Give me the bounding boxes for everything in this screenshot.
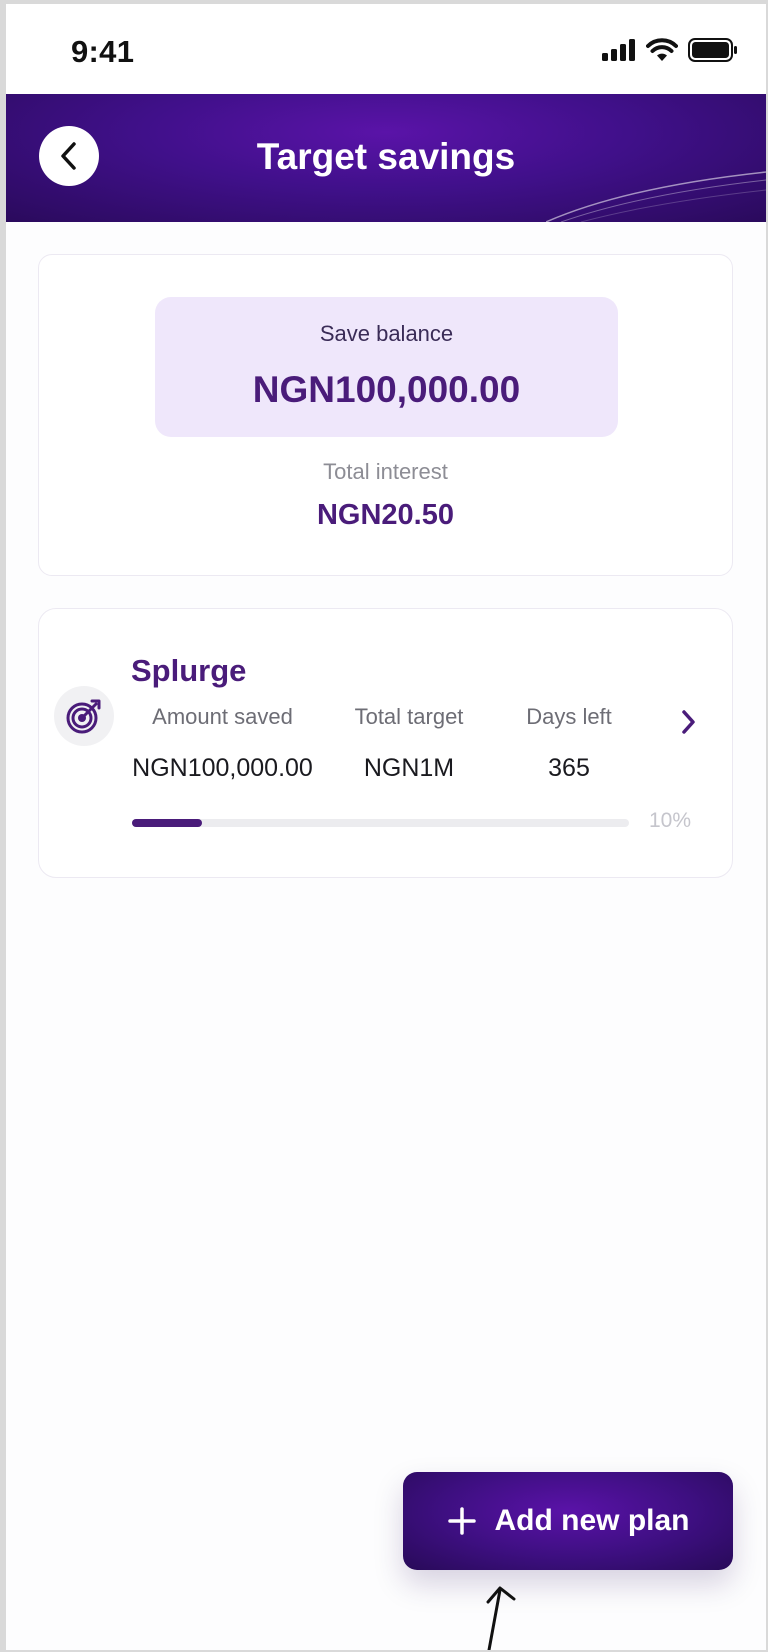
amount-saved-label: Amount saved bbox=[152, 704, 293, 729]
amount-saved-value: NGN100,000.00 bbox=[132, 754, 313, 782]
battery-icon bbox=[688, 38, 737, 62]
total-interest-label: Total interest bbox=[323, 459, 448, 484]
plan-card-splurge[interactable]: Splurge Amount saved Total target Days l… bbox=[38, 608, 733, 878]
pointer-arrow-icon bbox=[486, 1586, 516, 1650]
header-bar: Target savings bbox=[6, 94, 766, 222]
balance-card: Save balance NGN100,000.00 Total interes… bbox=[38, 254, 733, 576]
progress-percent: 10% bbox=[649, 809, 692, 832]
progress-track bbox=[132, 819, 629, 827]
add-new-plan-label: Add new plan bbox=[494, 1504, 690, 1537]
wifi-icon bbox=[646, 38, 678, 61]
total-target-value: NGN1M bbox=[363, 754, 455, 782]
progress-fill bbox=[132, 819, 202, 827]
plan-name: Splurge bbox=[131, 653, 247, 688]
total-target-label: Total target bbox=[354, 704, 464, 729]
plus-icon bbox=[447, 1507, 476, 1535]
page-title: Target savings bbox=[256, 136, 516, 177]
chevron-right-icon[interactable] bbox=[679, 707, 699, 737]
save-balance-box: Save balance NGN100,000.00 bbox=[155, 297, 618, 437]
save-balance-value: NGN100,000.00 bbox=[252, 369, 521, 410]
status-icons bbox=[602, 38, 738, 62]
status-time: 9:41 bbox=[71, 34, 135, 69]
save-balance-label: Save balance bbox=[319, 321, 454, 346]
target-icon bbox=[66, 699, 101, 734]
status-bar: 9:41 bbox=[6, 4, 766, 94]
total-interest-value: NGN20.50 bbox=[316, 499, 454, 531]
days-left-label: Days left bbox=[526, 704, 612, 729]
plan-icon-wrap bbox=[54, 686, 114, 746]
phone-screen: 9:41 Target savings Save balance NGN100,… bbox=[6, 4, 766, 1650]
signal-icon bbox=[602, 39, 635, 61]
days-left-value: 365 bbox=[548, 754, 590, 782]
add-new-plan-button[interactable]: Add new plan bbox=[403, 1472, 733, 1570]
